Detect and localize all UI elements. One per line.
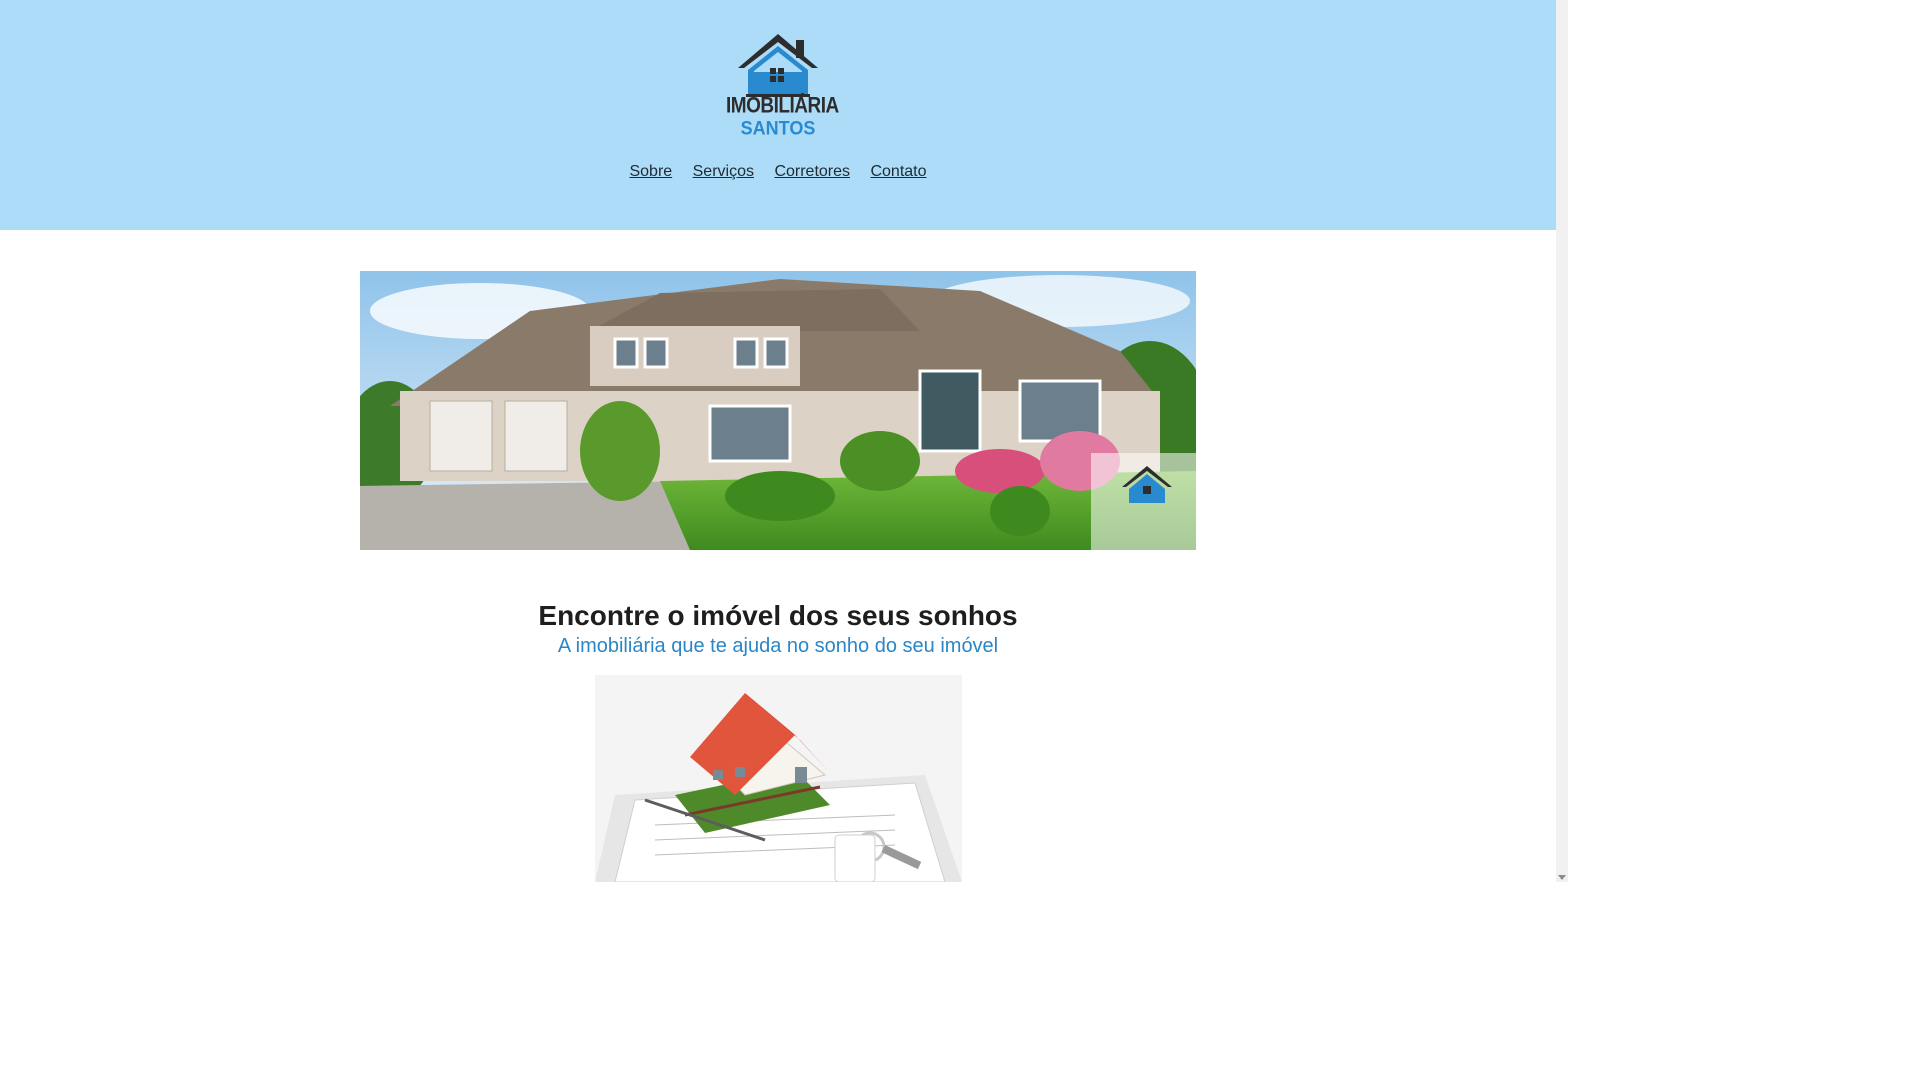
house-photo (360, 271, 1196, 550)
hero-image (360, 271, 1196, 550)
model-house-contract-keys (595, 675, 962, 882)
model-house-image (595, 675, 962, 882)
page-subtitle: A imobiliária que te ajuda no sonho do s… (557, 635, 999, 657)
house-logo-icon (738, 34, 818, 97)
scroll-down-arrow-icon[interactable] (1558, 875, 1566, 880)
page-title: Encontre o imóvel dos seus sonhos (538, 600, 1018, 631)
main-nav: Sobre Serviços Corretores Contato (0, 163, 1556, 181)
nav-link-sobre[interactable]: Sobre (629, 163, 672, 181)
nav-link-servicos[interactable]: Serviços (693, 163, 754, 181)
logo-wordmark-line2: SANTOS (740, 116, 816, 139)
site-logo[interactable]: IMOBILIÁRIA SANTOS (726, 32, 839, 139)
nav-link-corretores[interactable]: Corretores (774, 163, 850, 181)
site-header: IMOBILIÁRIA SANTOS Sobre Serviços Corret… (0, 0, 1556, 230)
nav-link-contato[interactable]: Contato (870, 163, 926, 181)
page-scrollbar[interactable] (1556, 0, 1568, 882)
logo-wordmark-line1: IMOBILIÁRIA (726, 94, 839, 119)
